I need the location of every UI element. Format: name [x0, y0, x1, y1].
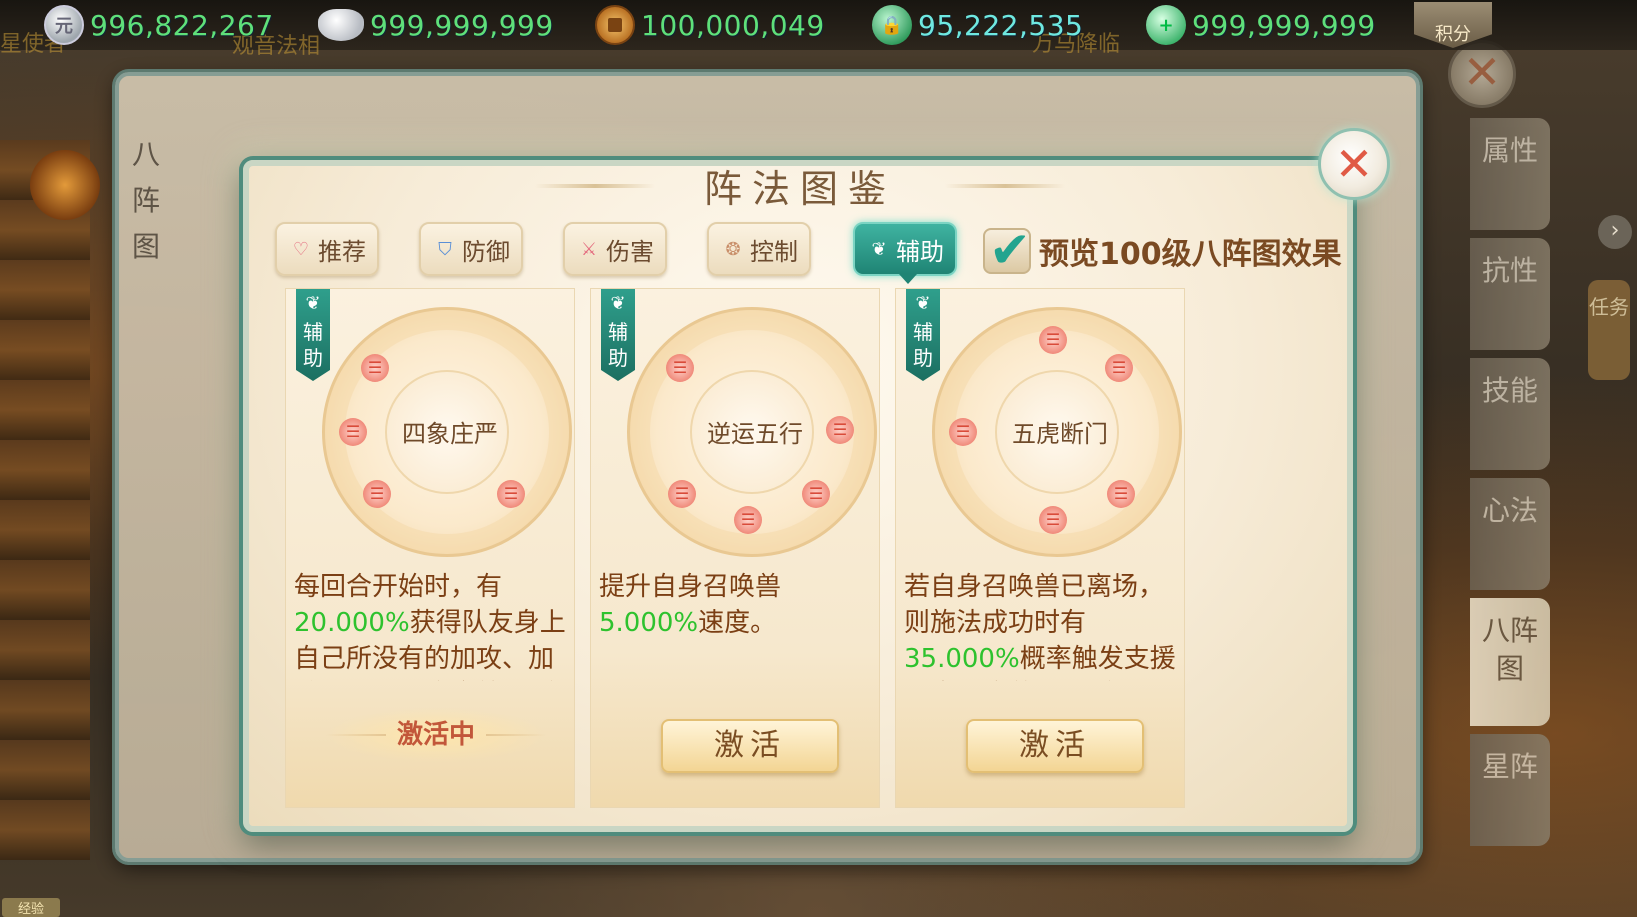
formation-wheel: 五虎断门 ☰ ☰ ☰ ☰ ☰ — [932, 307, 1182, 557]
exp-badge: 经验 — [2, 898, 60, 917]
expand-arrow-icon[interactable]: › — [1598, 215, 1632, 249]
dialog-header: 阵法图鉴 — [535, 150, 1065, 220]
tab-damage[interactable]: ⚔ 伤害 — [563, 222, 667, 276]
trigram-icon: ☰ — [1107, 480, 1135, 508]
tag-label: 辅助 — [608, 320, 628, 370]
formation-description: 提升自身召唤兽5.000%速度。 — [599, 572, 782, 638]
activate-button[interactable]: 激活 — [966, 719, 1144, 773]
currency-copper-coin[interactable]: 100,000,049 — [595, 4, 825, 46]
trigram-icon: ☰ — [363, 480, 391, 508]
preview-checkbox[interactable]: ✔ — [983, 224, 1031, 276]
formation-card[interactable]: ❦ 辅助 四象庄严 ☰ ☰ ☰ ☰ 每回合开始时，有20.000%获得队友身上自… — [285, 288, 575, 808]
tab-label: 伤害 — [606, 237, 654, 266]
title-flourish — [945, 184, 1065, 188]
trigram-icon: ☰ — [826, 416, 854, 444]
sword-icon: ⚔ — [580, 238, 598, 260]
tab-support[interactable]: ❦ 辅助 — [853, 222, 957, 284]
trigram-icon: ☰ — [339, 418, 367, 446]
tab-label: 辅助 — [896, 237, 944, 266]
side-tab-skills[interactable]: 技能 — [1470, 358, 1550, 470]
leaf-icon: ❦ — [610, 293, 626, 314]
side-tab-attributes[interactable]: 属性 — [1470, 118, 1550, 230]
support-tag: ❦ 辅助 — [906, 289, 940, 381]
scene-pillar — [0, 140, 90, 860]
shield-icon: ⛉ — [438, 238, 452, 260]
trigram-icon: ☰ — [802, 480, 830, 508]
tab-recommended[interactable]: ♡ 推荐 — [275, 222, 379, 276]
tag-label: 辅助 — [303, 320, 323, 370]
dialog-title: 阵法图鉴 — [703, 166, 896, 211]
support-tag: ❦ 辅助 — [296, 289, 330, 381]
title-flourish — [535, 184, 655, 188]
side-tab-formation[interactable]: 八阵图 — [1470, 598, 1550, 726]
silver-ingot-icon — [318, 9, 364, 41]
leaf-icon: ❦ — [305, 293, 321, 314]
currency-locked-jade[interactable]: 🔒 95,222,535 — [872, 4, 1083, 46]
tab-label: 防御 — [462, 237, 510, 266]
formation-wheel: 逆运五行 ☰ ☰ ☰ ☰ ☰ — [627, 307, 877, 557]
currency-jade[interactable]: + 999,999,999 — [1146, 4, 1376, 46]
activate-button[interactable]: 激活 — [661, 719, 839, 773]
trigram-icon: ☰ — [1039, 506, 1067, 534]
heart-icon: ♡ — [292, 238, 310, 260]
trigram-icon: ☰ — [734, 506, 762, 534]
formation-description: 若自身召唤兽已离场，则施法成功时有35.000%概率触发支援列表召唤兽闪现（仅P — [904, 572, 1176, 681]
points-badge[interactable]: 积分 — [1414, 2, 1492, 48]
preview-level-100-toggle[interactable]: ✔ 预览100级八阵图效果 — [983, 224, 1342, 276]
trigram-icon: ☰ — [1039, 326, 1067, 354]
support-tag: ❦ 辅助 — [601, 289, 635, 381]
task-tab[interactable]: 任务 — [1588, 280, 1630, 380]
currency-value: 996,822,267 — [90, 8, 274, 42]
currency-value: 95,222,535 — [918, 8, 1084, 42]
formation-wheel: 四象庄严 ☰ ☰ ☰ ☰ — [322, 307, 572, 557]
copper-coin-icon — [595, 5, 635, 45]
active-status: 激活中 — [326, 707, 546, 763]
formation-description: 每回合开始时，有20.000%获得队友身上自己所没有的加攻、加防、加速、治愈效果… — [294, 572, 566, 681]
currency-bar: 星使者 观音法相 万马降临 元 996,822,267 999,999,999 … — [0, 0, 1637, 59]
side-tab-star-array[interactable]: 星阵 — [1470, 734, 1550, 846]
side-tab-mind-method[interactable]: 心法 — [1470, 478, 1550, 590]
tab-label: 推荐 — [318, 237, 366, 266]
tag-label: 辅助 — [913, 320, 933, 370]
preview-label: 预览100级八阵图效果 — [1039, 237, 1342, 272]
trigram-icon: ☰ — [1105, 354, 1133, 382]
swirl-icon: ❂ — [725, 238, 741, 260]
back-panel-title: 八阵图 — [131, 138, 160, 263]
currency-value: 999,999,999 — [1192, 8, 1376, 42]
currency-silver-coin[interactable]: 元 996,822,267 — [44, 4, 274, 46]
trigram-icon: ☰ — [666, 354, 694, 382]
trigram-icon: ☰ — [668, 480, 696, 508]
formation-card[interactable]: ❦ 辅助 五虎断门 ☰ ☰ ☰ ☰ ☰ 若自身召唤兽已离场，则施法成功时有35.… — [895, 288, 1185, 808]
dialog-close-icon[interactable]: ✕ — [1318, 128, 1390, 200]
locked-jade-icon: 🔒 — [872, 5, 912, 45]
trigram-icon: ☰ — [949, 418, 977, 446]
checkmark-icon: ✔ — [989, 221, 1031, 279]
silver-coin-icon: 元 — [44, 5, 84, 45]
tab-defense[interactable]: ⛉ 防御 — [419, 222, 523, 276]
jade-plus-icon: + — [1146, 5, 1186, 45]
scene-lantern — [30, 150, 100, 220]
side-tab-resistance[interactable]: 抗性 — [1470, 238, 1550, 350]
back-panel-close-icon[interactable]: ✕ — [1448, 40, 1516, 108]
formation-card[interactable]: ❦ 辅助 逆运五行 ☰ ☰ ☰ ☰ ☰ 提升自身召唤兽5.000%速度。 激活 — [590, 288, 880, 808]
currency-value: 100,000,049 — [641, 8, 825, 42]
currency-value: 999,999,999 — [370, 8, 554, 42]
trigram-icon: ☰ — [361, 354, 389, 382]
tab-control[interactable]: ❂ 控制 — [707, 222, 811, 276]
trigram-icon: ☰ — [497, 480, 525, 508]
currency-silver-ingot[interactable]: 999,999,999 — [318, 4, 554, 46]
side-tab-list: 属性 抗性 技能 心法 八阵图 星阵 — [1470, 118, 1556, 854]
leaf-icon: ❦ — [871, 238, 887, 260]
tab-label: 控制 — [750, 237, 798, 266]
leaf-icon: ❦ — [915, 293, 931, 314]
